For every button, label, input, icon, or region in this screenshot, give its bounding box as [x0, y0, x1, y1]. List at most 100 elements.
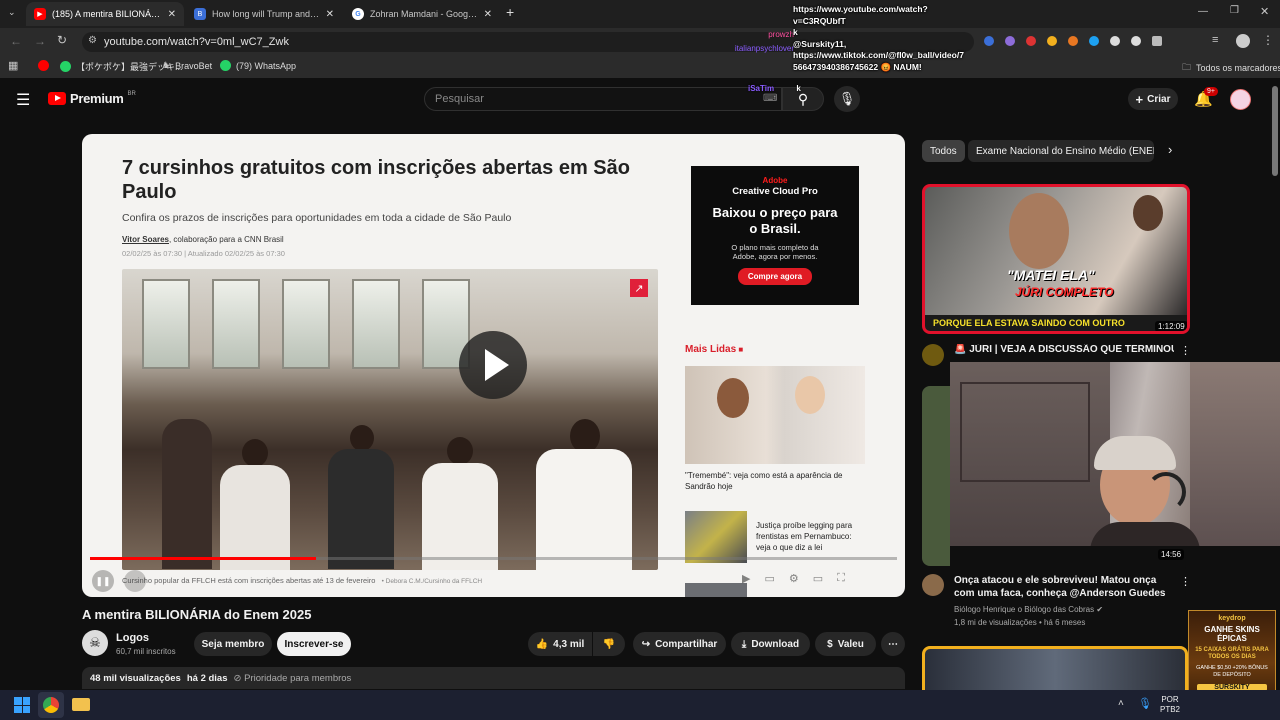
recommended-title-1[interactable]: 🚨 JÚRI | VEJA A DISCUSSÃO QUE TERMINOU — [954, 344, 1174, 355]
maximize-icon[interactable]: ❐ — [1230, 5, 1239, 16]
subtitles-icon[interactable]: ▭ — [764, 572, 774, 585]
channel-avatar[interactable] — [922, 574, 944, 596]
settings-gear-icon[interactable]: ⚙ — [789, 572, 799, 585]
ad-cta-button[interactable]: Compre agora — [737, 268, 813, 285]
volume-icon[interactable] — [124, 570, 146, 592]
play-button-icon[interactable] — [459, 331, 527, 399]
like-button[interactable]: 👍 4,3 mil — [528, 632, 592, 656]
forward-icon[interactable]: → — [34, 34, 46, 48]
reload-icon[interactable]: ↻ — [57, 33, 67, 47]
channel-avatar[interactable]: ☠ — [82, 630, 108, 656]
video-player[interactable]: 7 cursinhos gratuitos com inscrições abe… — [82, 134, 905, 597]
recommended-thumbnail-2[interactable] — [922, 386, 950, 566]
miniplayer-icon[interactable]: ▭ — [813, 572, 823, 585]
close-tab-icon[interactable]: ✕ — [326, 9, 334, 20]
account-avatar[interactable] — [1230, 89, 1251, 110]
close-window-icon[interactable]: ✕ — [1260, 5, 1269, 18]
download-button[interactable]: ⤓ Download — [731, 632, 810, 656]
thanks-button[interactable]: $ Valeu — [815, 632, 876, 656]
verified-icon: ✔ — [1096, 605, 1104, 614]
article-author-suffix: , colaboração para a CNN Brasil — [168, 235, 284, 244]
window-shape — [212, 279, 260, 369]
autoplay-icon[interactable]: ▶ — [742, 572, 750, 585]
minimize-icon[interactable]: — — [1198, 6, 1208, 17]
chevron-right-icon[interactable]: › — [1168, 142, 1172, 157]
extension-icon[interactable] — [1131, 36, 1141, 46]
back-icon[interactable]: ← — [10, 34, 22, 48]
tab-google-search[interactable]: G Zohran Mamdani - Google Sea ✕ — [344, 2, 500, 26]
recommended-thumbnail-3[interactable] — [922, 646, 1188, 690]
tray-mic-icon[interactable]: 🎙 — [1138, 697, 1152, 710]
more-vertical-icon[interactable]: ⋮ — [1180, 575, 1191, 588]
join-button[interactable]: Seja membro — [194, 632, 272, 656]
extension-icon[interactable] — [1089, 36, 1099, 46]
extension-icon[interactable] — [1110, 36, 1120, 46]
promo-line: GANHE SKINS ÉPICAS — [1204, 625, 1260, 643]
close-tab-icon[interactable]: ✕ — [484, 9, 492, 20]
create-button[interactable]: + Criar — [1128, 88, 1178, 110]
hamburger-menu-icon[interactable]: ☰ — [16, 90, 30, 110]
extensions-puzzle-icon[interactable] — [1152, 36, 1162, 46]
news-thumbnail[interactable] — [685, 511, 747, 563]
recommended-channel-2[interactable]: Biólogo Henrique o Biólogo das Cobras ✔ — [954, 605, 1103, 614]
notifications-button[interactable]: 🔔 9+ — [1194, 87, 1218, 108]
recommended-thumbnail-1[interactable]: "MATEI ELA" JÚRI COMPLETO PORQUE ELA EST… — [922, 184, 1190, 334]
expand-arrow-icon[interactable]: ↗ — [630, 279, 648, 297]
bookmark-youtube[interactable] — [38, 60, 49, 71]
voice-search-button[interactable]: 🎙 — [834, 86, 860, 112]
profile-avatar-icon[interactable] — [1236, 34, 1250, 48]
close-tab-icon[interactable]: ✕ — [168, 9, 176, 20]
chip-enem[interactable]: Exame Nacional do Ensino Médio (ENEM) — [968, 140, 1154, 162]
all-bookmarks[interactable]: 🗀 Todos os marcadores — [1182, 60, 1280, 76]
extension-icon[interactable] — [1026, 36, 1036, 46]
new-tab-icon[interactable]: + — [506, 4, 514, 20]
cap-shape — [1094, 436, 1176, 470]
youtube-favicon-icon: ▶ — [34, 8, 46, 20]
dislike-button[interactable]: 👎 — [593, 632, 625, 656]
channel-name[interactable]: Logos — [116, 632, 149, 644]
windows-start-icon[interactable] — [14, 697, 30, 713]
channel-avatar[interactable] — [922, 344, 944, 366]
chip-all[interactable]: Todos — [922, 140, 965, 162]
extension-icon[interactable] — [1047, 36, 1057, 46]
extension-icon[interactable] — [1005, 36, 1015, 46]
youtube-logo[interactable]: Premium BR — [48, 91, 136, 106]
tray-chevron-icon[interactable]: ˄ — [1118, 698, 1124, 709]
keyboard-icon[interactable]: ⌨ — [763, 93, 777, 104]
more-actions-button[interactable]: ⋯ — [881, 632, 905, 656]
recommended-title-2[interactable]: Onça atacou e ele sobreviveu! Matou onça… — [954, 574, 1172, 600]
subscribe-button[interactable]: Inscrever-se — [277, 632, 351, 656]
tab-trump-article[interactable]: B How long will Trump and Zohra ✕ — [186, 2, 342, 26]
reading-list-icon[interactable]: ≡ — [1212, 34, 1218, 46]
folder-icon: 🗀 — [1182, 62, 1192, 72]
news-headline-1[interactable]: "Tremembé": veja como está a aparência d… — [685, 470, 861, 492]
news-headline-2[interactable]: Justiça proíbe legging para frentistas e… — [756, 520, 866, 553]
apps-grid-icon[interactable]: ▦ — [8, 59, 18, 72]
share-label: Compartilhar — [655, 638, 718, 650]
file-explorer-icon[interactable] — [72, 698, 90, 711]
extension-icon[interactable] — [1068, 36, 1078, 46]
pause-icon[interactable]: ❚❚ — [92, 570, 114, 592]
fullscreen-icon[interactable]: ⛶ — [837, 572, 845, 585]
whatsapp-icon — [60, 61, 71, 72]
share-button[interactable]: ↪ Compartilhar — [633, 632, 726, 656]
news-thumbnail[interactable] — [685, 366, 865, 464]
tab-search-icon[interactable]: ⌄ — [8, 7, 16, 18]
bookmark-whatsapp[interactable]: (79) WhatsApp — [220, 60, 296, 71]
news-thumbnail[interactable] — [685, 583, 747, 597]
language-indicator[interactable]: POR PTB2 — [1160, 695, 1180, 715]
bookmark-bravobet[interactable]: ♞ BravoBet — [162, 60, 212, 71]
description-box[interactable]: 48 mil visualizações há 2 dias ⊘ Priorid… — [82, 667, 905, 689]
more-vertical-icon[interactable]: ⋮ — [1180, 344, 1191, 357]
page-scrollbar[interactable] — [1272, 86, 1278, 176]
progress-bar[interactable] — [90, 557, 897, 560]
extension-icon[interactable] — [984, 36, 994, 46]
adobe-ad[interactable]: Adobe Creative Cloud Pro Baixou o preço … — [691, 166, 859, 305]
chrome-taskbar-button[interactable] — [38, 692, 64, 718]
site-info-icon[interactable]: ⚙ — [88, 35, 97, 46]
region-code: BR — [127, 90, 136, 97]
mais-lidas-heading: Mais Lidas ■ — [685, 344, 744, 355]
search-input[interactable]: Pesquisar ⌨ — [424, 87, 782, 111]
tab-youtube[interactable]: ▶ (185) A mentira BILIONÁRIA do ✕ — [26, 2, 184, 26]
browser-menu-icon[interactable]: ⋮ — [1262, 33, 1274, 47]
